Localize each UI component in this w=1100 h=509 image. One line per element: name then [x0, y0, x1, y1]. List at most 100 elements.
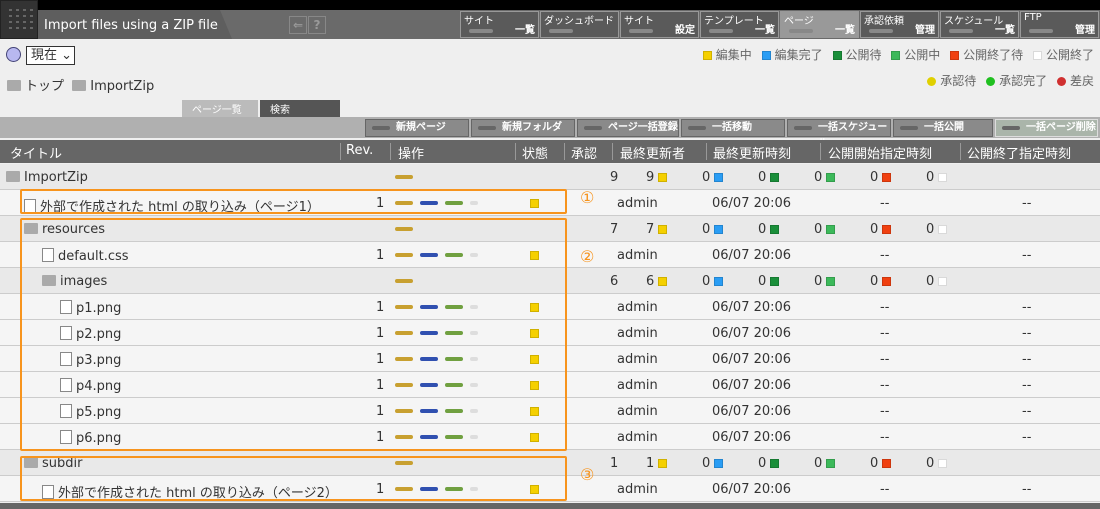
column-header-3[interactable]: 状態	[522, 143, 548, 162]
table-header: タイトル Rev. 操作 状態 承認 最終更新者 最終更新時刻 公開開始指定時刻 公開終了指定時…	[0, 140, 1100, 163]
status-count: 0	[702, 456, 724, 471]
status-square-icon	[826, 277, 836, 286]
approval-dot-icon	[927, 77, 937, 86]
publish-start: --	[880, 248, 890, 263]
nav-label-bottom: 一覧	[515, 25, 535, 36]
publish-start: --	[880, 430, 890, 445]
nav-button-7[interactable]: FTP 管理	[1020, 11, 1099, 38]
toolbar-button-6[interactable]: 一括ページ削除	[995, 119, 1098, 137]
status-count: 0	[926, 456, 948, 471]
status-square-icon	[714, 173, 724, 182]
folder-icon	[6, 171, 20, 182]
column-header-2[interactable]: 操作	[398, 143, 424, 162]
status-square-icon	[882, 225, 892, 234]
nav-label-bottom: 管理	[915, 25, 935, 36]
status-legend: 編集中 編集完了 公開待 公開中 公開終了待 公開終了	[693, 46, 1094, 63]
table-row[interactable]: ImportZip 9 9 0 0 0 0 0	[0, 164, 1100, 190]
column-header-5[interactable]: 最終更新者	[620, 143, 685, 162]
status-square-icon	[770, 459, 780, 468]
last-updated-time: 06/07 20:06	[712, 248, 792, 263]
nav-label-bottom: 管理	[1075, 25, 1095, 36]
nav-button-6[interactable]: スケジュール 一覧	[940, 11, 1019, 38]
status-count: 1	[646, 456, 668, 471]
publish-start: --	[880, 404, 890, 419]
nav-button-4[interactable]: ページ 一覧	[780, 11, 859, 38]
toolbar-button-0[interactable]: 新規ページ	[365, 119, 469, 137]
help-icon[interactable]: ?	[308, 16, 326, 34]
nav-button-0[interactable]: サイト 一覧	[460, 11, 539, 38]
time-select[interactable]: 現在 ⌄	[26, 46, 75, 65]
toolbar-label: 一括公開	[924, 122, 964, 133]
clock-icon	[6, 47, 21, 62]
status-count: 7	[646, 222, 668, 237]
button-pill-icon	[469, 29, 493, 33]
toolbar-button-4[interactable]: 一括スケジュール	[787, 119, 891, 149]
status-count: 0	[926, 222, 948, 237]
last-updater: admin	[617, 352, 658, 367]
status-square-icon	[832, 51, 842, 60]
nav-label-top: FTP	[1024, 12, 1042, 23]
column-header-1[interactable]: Rev.	[346, 143, 373, 158]
status-count: 0	[702, 222, 724, 237]
annotation-3: ③	[580, 465, 595, 484]
status-square-icon	[770, 173, 780, 182]
toolbar-label: 新規ページ	[396, 122, 446, 133]
nav-button-3[interactable]: テンプレート 一覧	[700, 11, 779, 38]
top-bar	[0, 0, 1100, 10]
app-logo[interactable]	[0, 0, 38, 39]
column-divider	[612, 143, 613, 160]
folder-open-icon	[72, 80, 87, 91]
toolbar-label: ページ一括登録	[608, 122, 678, 133]
column-header-6[interactable]: 最終更新時刻	[713, 143, 791, 162]
window-title: Import files using a ZIP file	[38, 10, 232, 39]
publish-end: --	[1022, 248, 1032, 263]
nav-button-5[interactable]: 承認依頼 管理	[860, 11, 939, 38]
column-header-7[interactable]: 公開開始指定時刻	[828, 143, 932, 162]
operation-icon[interactable]	[395, 175, 413, 179]
publish-start: --	[880, 378, 890, 393]
column-header-8[interactable]: 公開終了指定時刻	[967, 143, 1071, 162]
toolbar-button-1[interactable]: 新規フォルダ	[471, 119, 575, 137]
folder-icon	[7, 80, 21, 91]
status-square-icon	[938, 225, 948, 234]
nav-label-bottom: 一覧	[835, 25, 855, 36]
status-count: 0	[702, 170, 724, 185]
button-pill-icon	[869, 29, 893, 33]
status-square-icon	[950, 51, 960, 60]
nav-button-1[interactable]: ダッシュボード	[540, 11, 619, 38]
total-count: 1	[610, 456, 619, 471]
status-count: 0	[702, 274, 724, 289]
highlight-box-2	[20, 218, 567, 451]
approval-dot-icon	[1057, 77, 1067, 86]
tab-page-list[interactable]: ページ一覧	[182, 100, 258, 117]
toolbar-button-2[interactable]: ページ一括登録	[577, 119, 679, 137]
publish-end: --	[1022, 430, 1032, 445]
status-count: 0	[758, 170, 780, 185]
button-pill-icon	[789, 29, 813, 33]
column-header-4[interactable]: 承認	[571, 143, 597, 162]
column-divider	[820, 143, 821, 160]
back-icon[interactable]: ⇐	[289, 16, 307, 34]
toolbar-button-3[interactable]: 一括移動	[681, 119, 785, 137]
status-legend-label: 公開終了待	[963, 48, 1024, 62]
row-title[interactable]: ImportZip	[6, 170, 88, 185]
status-legend-label: 公開中	[904, 48, 941, 62]
status-square-icon	[702, 51, 712, 60]
column-header-0[interactable]: タイトル	[10, 143, 62, 162]
status-count: 0	[758, 456, 780, 471]
nav-button-2[interactable]: サイト 設定	[620, 11, 699, 38]
breadcrumb-importzip[interactable]: ImportZip	[90, 79, 154, 94]
status-square-icon	[1033, 51, 1043, 60]
highlight-box-3	[20, 456, 567, 501]
tab-search[interactable]: 検索	[260, 100, 340, 117]
status-legend-label: 編集中	[715, 48, 752, 62]
last-updated-time: 06/07 20:06	[712, 404, 792, 419]
column-divider	[960, 143, 961, 160]
status-count: 0	[814, 456, 836, 471]
publish-start: --	[880, 326, 890, 341]
publish-end: --	[1022, 404, 1032, 419]
breadcrumb-top[interactable]: トップ	[25, 79, 64, 94]
toolbar-button-5[interactable]: 一括公開	[893, 119, 993, 137]
button-pill-icon	[949, 29, 973, 33]
last-updated-time: 06/07 20:06	[712, 482, 792, 497]
